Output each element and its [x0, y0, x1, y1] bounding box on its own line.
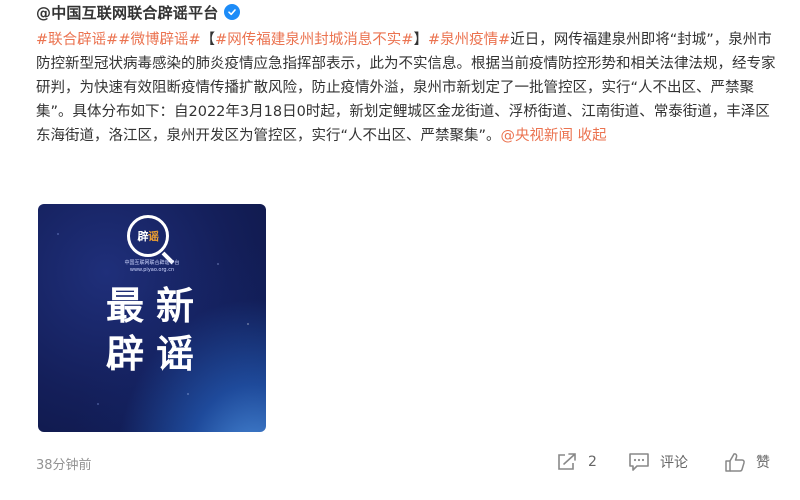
comment-icon	[628, 452, 650, 472]
bracket-open: 【	[200, 32, 216, 48]
image-title-line: 最新	[106, 284, 207, 328]
bracket-close: 】	[413, 32, 428, 48]
image-subtitle-url: www.piyao.org.cn	[129, 267, 175, 273]
post-footer: 38分钟前 2 评论 赞	[0, 440, 800, 486]
collapse-link[interactable]: 收起	[578, 128, 607, 144]
image-title: 最新 辟谣	[106, 282, 226, 378]
post-time[interactable]: 38分钟前	[36, 454, 92, 473]
comment-button[interactable]: 评论	[628, 450, 688, 474]
share-icon	[556, 452, 578, 472]
weibo-post-card: @中国互联网联合辟谣平台 #联合辟谣##微博辟谣#【#网传福建泉州封城消息不实#…	[0, 0, 800, 500]
post-content: #联合辟谣##微博辟谣#【#网传福建泉州封城消息不实#】#泉州疫情#近日，网传福…	[36, 28, 776, 148]
hashtag-link[interactable]: #联合辟谣#	[36, 32, 118, 48]
verified-badge-icon	[224, 4, 241, 20]
share-count: 2	[588, 454, 597, 470]
like-label: 赞	[756, 455, 770, 471]
image-subtitle-line: 中国互联网联合辟谣平台	[124, 260, 180, 266]
logo-text: 辟	[137, 230, 149, 243]
thumbs-up-icon	[724, 452, 746, 472]
post-body-text: 近日，网传福建泉州即将“封城”，泉州市防控新型冠状病毒感染的肺炎疫情应急指挥部表…	[36, 32, 776, 144]
author-name[interactable]: @中国互联网联合辟谣平台	[36, 2, 218, 23]
logo-text: 谣	[148, 230, 159, 243]
hashtag-link[interactable]: #微博辟谣#	[118, 32, 200, 48]
post-image[interactable]: 辟谣 中国互联网联合辟谣平台 www.piyao.org.cn 最新 辟谣	[38, 204, 266, 432]
like-button[interactable]: 赞	[724, 450, 770, 474]
image-title-line: 辟谣	[106, 332, 207, 376]
share-button[interactable]: 2	[556, 450, 597, 474]
mention-link[interactable]: @央视新闻	[501, 128, 574, 144]
magnifier-icon: 辟谣	[127, 215, 169, 257]
hashtag-link[interactable]: #网传福建泉州封城消息不实#	[215, 32, 413, 48]
hashtag-link[interactable]: #泉州疫情#	[428, 32, 510, 48]
image-subtitle: 中国互联网联合辟谣平台 www.piyao.org.cn	[38, 260, 266, 274]
post-header: @中国互联网联合辟谣平台	[36, 0, 241, 24]
comment-label: 评论	[660, 455, 688, 471]
